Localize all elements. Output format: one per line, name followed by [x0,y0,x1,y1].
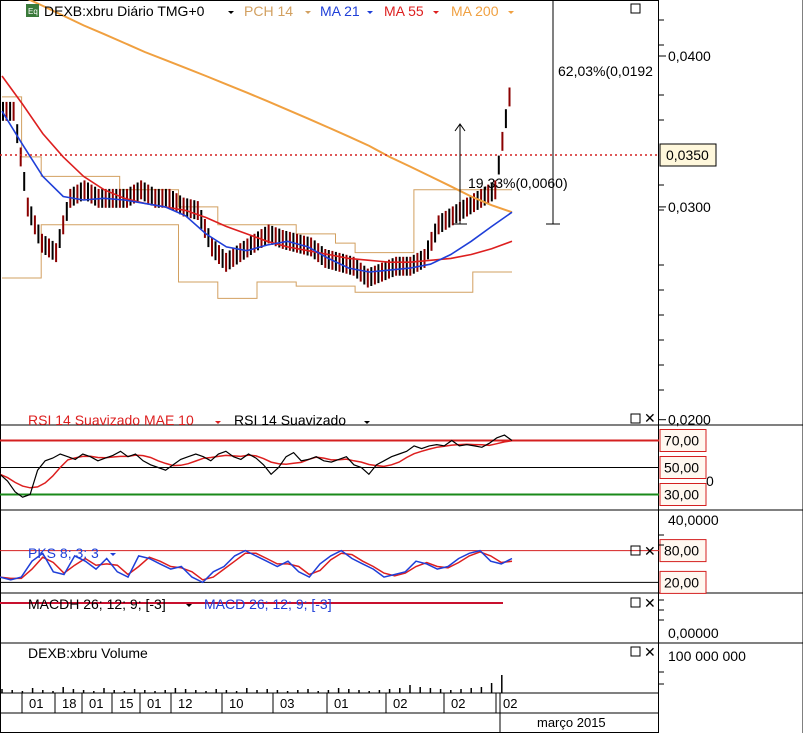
stoch-level-label: 80,00 [664,543,699,559]
macd-label[interactable]: MACD 26; 12; 9; [-3] [204,596,332,612]
rsi-label[interactable]: RSI 14 Suavizado [234,412,346,428]
date-tick-label: 01 [29,696,43,711]
rsi-level-label: 70,00 [664,433,699,449]
close-icon[interactable]: ✕ [644,644,656,660]
ma200-line [27,0,513,214]
chevron-down-icon[interactable] [228,11,234,14]
price-axis: 0,0400 0,0300 0,0200 [659,48,711,428]
maximize-icon[interactable] [630,597,641,608]
ma21-line [1,110,513,273]
date-tick-label: 02 [393,696,407,711]
date-tick-label: 02 [451,696,465,711]
legend-ma21[interactable]: MA 21 [320,3,360,19]
chart-frame [0,0,659,733]
maximize-icon[interactable] [630,3,641,14]
measure-label-large: 62,03%(0,0192 [558,63,653,79]
rsi-label-mae[interactable]: RSI 14 Suavizado MAE 10 [28,412,194,428]
legend-pch[interactable]: PCH 14 [244,3,293,19]
date-tick-label: 02 [503,696,517,711]
candlestick-series [2,87,511,288]
chevron-down-icon[interactable] [215,421,221,424]
rsi-tick-clipped: 0 [706,473,714,489]
date-tick-label: 01 [89,696,103,711]
rsi-line [0,434,513,498]
price-tick-label: 0,0400 [668,48,711,64]
close-icon[interactable]: ✕ [644,595,656,611]
chevron-down-icon[interactable] [186,604,192,607]
date-tick-label: 03 [280,696,294,711]
close-icon[interactable]: ✕ [644,410,656,426]
volume-tick: 100 000 000 [668,648,746,664]
legend-ma55[interactable]: MA 55 [384,3,424,19]
chart-canvas[interactable]: 62,03%(0,0192 19,33%(0,0060) Eq DEXB:xbr… [0,0,803,733]
pch-channel [2,96,512,299]
close-icon[interactable]: ✕ [644,543,656,559]
chevron-down-icon[interactable] [508,11,514,14]
rsi-level-label: 50,00 [664,460,699,476]
macdh-label[interactable]: MACDH 26; 12; 9; [-3] [28,596,166,612]
chevron-down-icon[interactable] [367,11,373,14]
stoch-level-badges: 80,00 20,00 [659,539,707,594]
rsi-signal-line [0,440,513,489]
chevron-down-icon[interactable] [305,11,311,14]
measure-label-small: 19,33%(0,0060) [468,175,568,191]
rsi-levels [0,439,659,496]
last-price-label: 0,0350 [666,147,709,163]
legend-ma200[interactable]: MA 200 [451,3,499,19]
rsi-level-badges: 70,00 50,00 30,00 [659,429,707,506]
stoch-label[interactable]: PKS 8; 3; 3 [28,545,99,561]
measure-tool-small[interactable] [453,123,467,225]
volume-label[interactable]: DEXB:xbru Volume [28,645,148,661]
maximize-icon[interactable] [630,413,641,424]
date-tick-label: 18 [62,696,76,711]
chevron-down-icon[interactable] [433,11,439,14]
price-tick-label: 0,0300 [668,199,711,215]
price-tick-label: 0,0200 [668,412,711,428]
date-tick-label: 10 [229,696,243,711]
chevron-down-icon[interactable] [364,421,370,424]
rsi-level-label: 30,00 [664,487,699,503]
month-label: março 2015 [537,715,606,730]
macd-tick: 0,00000 [668,625,719,641]
maximize-icon[interactable] [630,646,641,657]
eq-badge-text: Eq [28,7,38,16]
rsi-tick-hidden: 40,0000 [668,512,719,528]
date-tick-label: 12 [178,696,192,711]
symbol-label[interactable]: DEXB:xbru Diário TMG+0 [44,3,205,19]
date-tick-label: 01 [147,696,161,711]
chevron-down-icon[interactable] [110,553,116,556]
volume-bars [1,675,503,693]
stoch-level-label: 20,00 [664,574,699,590]
date-tick-label: 01 [334,696,348,711]
date-tick-label: 15 [119,696,133,711]
